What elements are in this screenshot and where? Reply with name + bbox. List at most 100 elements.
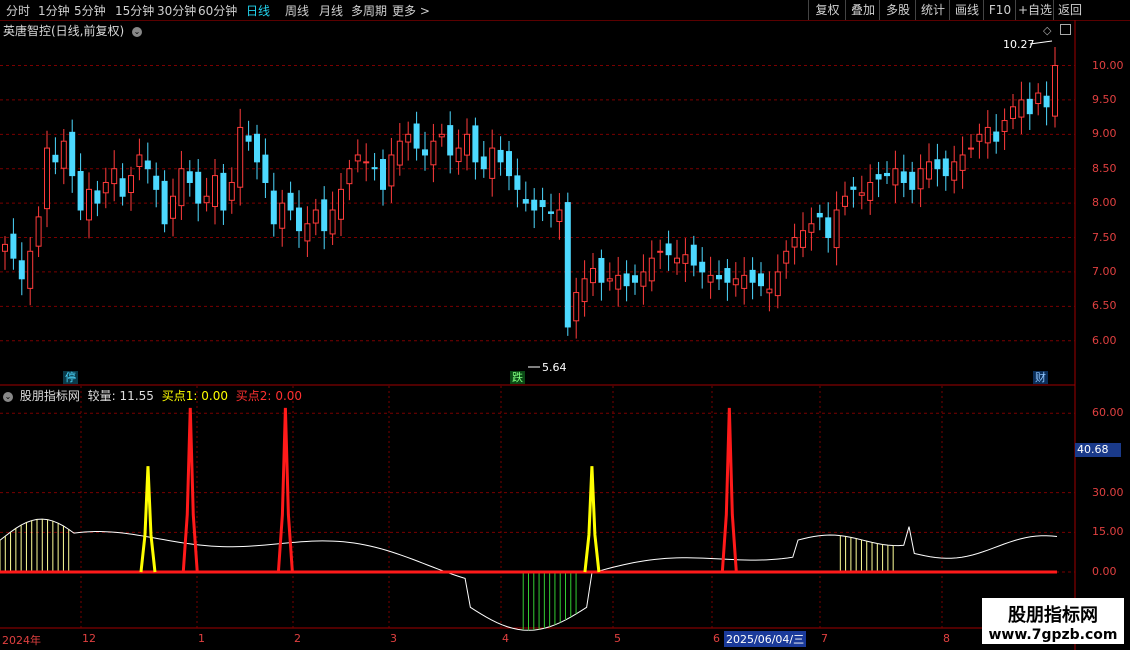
fall-tag[interactable]: 跌 (510, 371, 525, 384)
candle-body (447, 125, 454, 156)
indicator-name: 股朋指标网 (19, 389, 80, 403)
candle-body (136, 154, 143, 168)
date-label-5: 4 (502, 632, 509, 645)
candle-body (60, 140, 67, 169)
candle-body (27, 250, 34, 289)
candle-body (884, 172, 890, 177)
candle-body (842, 195, 848, 207)
buy-signal-spike-3 (276, 407, 294, 573)
candle-body (144, 160, 151, 170)
window-icon[interactable] (1060, 24, 1071, 35)
indicator-tick-0: 60.00 (1092, 406, 1124, 420)
field1-label: 较量: (87, 389, 116, 403)
price-tick-4: 8.00 (1092, 196, 1117, 210)
low-price-label: 5.64 (542, 361, 567, 374)
candle-body (413, 123, 420, 149)
date-label-3: 2 (294, 632, 301, 645)
kline-chart[interactable] (0, 0, 1130, 650)
watermark: 股朋指标网 www.7gpzb.com (982, 598, 1124, 644)
finance-tag[interactable]: 财 (1033, 371, 1048, 384)
field1-value: 11.55 (119, 389, 154, 403)
candle-body (371, 167, 378, 170)
candle-body (10, 233, 17, 259)
candle-body (934, 159, 941, 170)
candle-body (287, 192, 294, 211)
candle-body (632, 275, 638, 283)
candle-body (959, 154, 966, 171)
candle-body (564, 202, 571, 328)
candle-body (430, 140, 437, 166)
candle-body (875, 174, 882, 180)
candle-body (774, 271, 781, 297)
candle-body (237, 126, 244, 188)
date-label-9: 8 (943, 632, 950, 645)
candle-body (707, 274, 714, 283)
candle-body (800, 230, 806, 248)
candle-body (867, 181, 874, 201)
candle-body (2, 243, 8, 252)
candle-body (1001, 120, 1008, 132)
candle-body (1043, 95, 1050, 108)
candle-body (531, 199, 538, 211)
candle-body (396, 140, 403, 166)
candle-body (128, 175, 134, 194)
candle-body (690, 244, 697, 266)
candle-body (111, 168, 118, 185)
candle-body (119, 178, 126, 197)
candle-body (850, 186, 857, 190)
candle-body (304, 223, 311, 242)
date-label-1: 12 (82, 632, 96, 645)
candle-body (212, 175, 218, 208)
candle-body (598, 257, 605, 283)
candle-body (77, 171, 84, 211)
price-tick-2: 9.00 (1092, 127, 1117, 141)
field2-label: 买点1: (161, 389, 198, 403)
date-label-4: 3 (390, 632, 397, 645)
candle-body (254, 133, 260, 163)
candle-body (86, 188, 92, 221)
candle-body (968, 147, 974, 150)
candle-body (724, 268, 731, 283)
candle-body (573, 292, 580, 322)
candle-body (648, 257, 655, 282)
candle-body (178, 168, 185, 207)
candle-body (18, 260, 25, 280)
stop-tag[interactable]: 停 (63, 371, 78, 384)
candle-body (296, 207, 302, 232)
candle-body (909, 171, 916, 190)
indicator-tick-3: 0.00 (1092, 565, 1117, 579)
candle-body (480, 156, 487, 170)
candle-body (1010, 106, 1016, 119)
candle-body (615, 274, 622, 290)
candle-body (766, 288, 773, 294)
buy-signal-spike-1 (583, 466, 601, 573)
candle-body (892, 168, 899, 186)
candle-body (741, 274, 748, 289)
candle-body (699, 261, 706, 273)
candle-body (548, 211, 554, 214)
candle-body (791, 237, 798, 248)
candle-body (808, 223, 815, 233)
watermark-title: 股朋指标网 (1008, 605, 1098, 626)
candle-body (338, 188, 344, 220)
chevron-down-icon[interactable]: ⌄ (3, 391, 13, 402)
candle-body (52, 154, 59, 163)
diamond-icon[interactable]: ◇ (1043, 24, 1051, 37)
candle-body (161, 180, 168, 225)
candle-body (279, 202, 286, 229)
candle-body (489, 147, 496, 179)
price-tick-3: 8.50 (1092, 161, 1117, 175)
candle-body (346, 168, 353, 185)
candle-body (195, 171, 202, 204)
candle-body (783, 250, 790, 264)
candle-body (976, 133, 983, 142)
indicator-tick-2: 15.00 (1092, 525, 1124, 539)
candle-body (203, 195, 210, 204)
candle-body (329, 209, 336, 235)
high-price-label: 10.27 (1003, 38, 1035, 51)
price-tick-7: 6.50 (1092, 299, 1117, 313)
candle-body (388, 154, 395, 187)
candle-body (623, 273, 630, 287)
buy-signal-spike-4 (720, 407, 738, 573)
candle-body (732, 278, 739, 286)
